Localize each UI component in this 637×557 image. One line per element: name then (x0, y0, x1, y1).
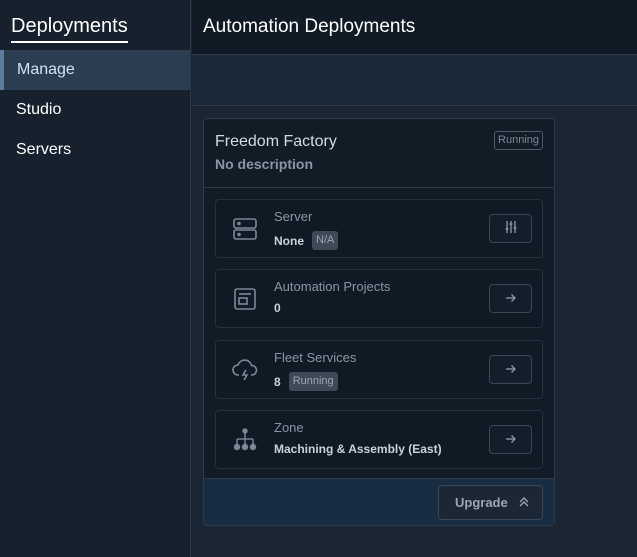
fleet-services-row: Fleet Services 8 Running (215, 340, 543, 399)
server-icon (232, 216, 258, 242)
automation-projects-row: Automation Projects 0 (215, 269, 543, 328)
fleet-services-count: 8 (274, 374, 281, 389)
card-header: Freedom Factory No description Running (204, 119, 554, 188)
upgrade-label: Upgrade (455, 495, 508, 510)
main-header: Automation Deployments (192, 0, 637, 55)
arrow-right-icon (505, 292, 517, 306)
card-footer: Upgrade (204, 478, 554, 525)
cloud-lightning-icon (232, 357, 258, 383)
chevron-double-up-icon (518, 495, 530, 509)
fleet-services-status-tag: Running (288, 372, 338, 391)
zone-row: Zone Machining & Assembly (East) (215, 410, 543, 469)
zone-open-button[interactable] (489, 425, 532, 454)
deployment-description: No description (215, 156, 314, 172)
server-row: Server None N/A (215, 199, 543, 258)
server-tag: N/A (312, 231, 339, 250)
automation-projects-open-button[interactable] (489, 284, 532, 313)
fleet-services-value: 8 Running (274, 372, 338, 391)
sidebar-item-manage[interactable]: Manage (0, 50, 190, 90)
automation-projects-label: Automation Projects (274, 279, 391, 294)
fleet-services-label: Fleet Services (274, 350, 357, 365)
fleet-services-open-button[interactable] (489, 355, 532, 384)
status-badge: Running (494, 131, 543, 150)
server-label: Server (274, 209, 313, 224)
upgrade-button[interactable]: Upgrade (438, 485, 543, 520)
server-settings-button[interactable] (489, 214, 532, 243)
sliders-icon (504, 220, 518, 237)
server-value: None N/A (274, 231, 339, 250)
zone-value: Machining & Assembly (East) (274, 442, 442, 456)
sidebar-item-servers[interactable]: Servers (0, 130, 190, 170)
toolbar (192, 55, 637, 106)
deployment-title: Freedom Factory (215, 133, 337, 150)
sidebar-title: Deployments (11, 14, 128, 43)
arrow-right-icon (505, 363, 517, 377)
project-icon (232, 286, 258, 312)
server-value-text: None (274, 233, 304, 248)
arrow-right-icon (505, 433, 517, 447)
deployment-card: Freedom Factory No description Running S… (203, 118, 555, 526)
zone-label: Zone (274, 420, 304, 435)
page-title: Automation Deployments (203, 16, 416, 37)
main-content: Freedom Factory No description Running S… (192, 106, 637, 557)
sidebar: Deployments Manage Studio Servers (0, 0, 191, 557)
automation-projects-value: 0 (274, 301, 281, 315)
sidebar-item-studio[interactable]: Studio (0, 90, 190, 130)
hierarchy-icon (232, 427, 258, 453)
